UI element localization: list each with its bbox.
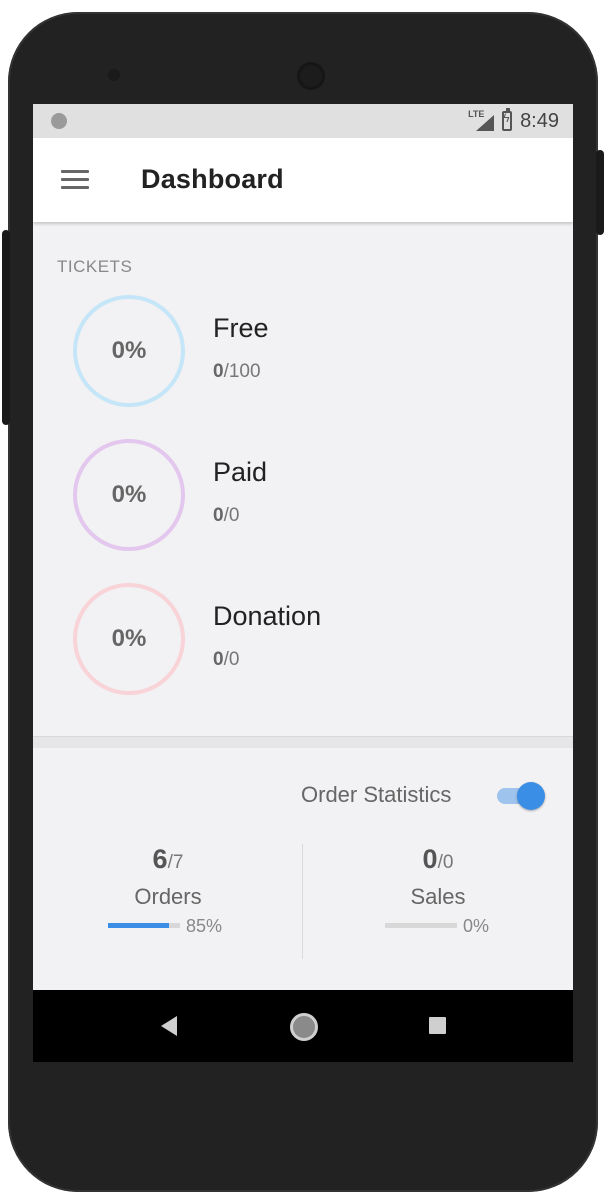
home-icon[interactable] bbox=[290, 1013, 318, 1041]
sales-label: Sales bbox=[410, 884, 466, 909]
signal-strength-icon bbox=[476, 115, 495, 131]
ticket-name: Paid bbox=[213, 457, 268, 487]
sensor-dot bbox=[108, 69, 120, 81]
status-time: 8:49 bbox=[520, 109, 559, 132]
sales-percent: 0% bbox=[463, 916, 490, 936]
ticket-free[interactable]: 0% Free 0/100 bbox=[33, 295, 573, 415]
orders-progress-bar bbox=[108, 923, 180, 928]
ticket-percent: 0% bbox=[111, 625, 147, 652]
ticket-sold: 0 bbox=[213, 505, 224, 526]
progress-ring: 0% bbox=[73, 295, 185, 407]
tickets-section-label: TICKETS bbox=[57, 257, 133, 276]
ticket-percent: 0% bbox=[111, 337, 147, 364]
progress-ring: 0% bbox=[73, 439, 185, 551]
orders-value: 6 bbox=[152, 844, 168, 874]
orders-label: Orders bbox=[134, 884, 202, 909]
hamburger-menu-icon[interactable] bbox=[61, 170, 89, 190]
front-camera bbox=[297, 62, 325, 90]
ticket-total: /100 bbox=[223, 361, 261, 382]
ticket-sold: 0 bbox=[213, 361, 224, 382]
app-bar: Dashboard bbox=[33, 138, 573, 222]
ticket-percent: 0% bbox=[111, 481, 147, 508]
sales-stat: 0/0 Sales 0% bbox=[303, 844, 573, 964]
side-button-left bbox=[2, 230, 10, 425]
order-statistics-label: Order Statistics bbox=[301, 782, 452, 807]
sales-total: /0 bbox=[437, 852, 454, 873]
orders-total: /7 bbox=[167, 852, 184, 873]
sales-fraction: 0/0 bbox=[303, 844, 573, 875]
toggle-knob bbox=[517, 782, 545, 810]
ticket-sold: 0 bbox=[213, 649, 224, 670]
screen: LTE 8:49 Dashboard TICKETS 0% Free 0/100… bbox=[33, 104, 573, 1062]
ticket-name: Free bbox=[213, 313, 269, 343]
power-button bbox=[596, 150, 604, 235]
orders-progress-fill bbox=[108, 923, 170, 928]
back-icon[interactable] bbox=[161, 1016, 177, 1036]
ticket-total: /0 bbox=[223, 505, 240, 526]
recents-icon[interactable] bbox=[429, 1017, 446, 1034]
lte-signal-icon: LTE bbox=[468, 109, 495, 131]
status-icons: LTE 8:49 bbox=[468, 104, 559, 138]
system-nav-bar bbox=[33, 990, 573, 1062]
ticket-name: Donation bbox=[213, 601, 322, 631]
order-statistics-toggle[interactable] bbox=[495, 781, 545, 811]
page-title: Dashboard bbox=[141, 164, 284, 194]
ticket-total: /0 bbox=[223, 649, 240, 670]
orders-stat: 6/7 Orders 85% bbox=[33, 844, 303, 964]
order-statistics-panel: Order Statistics 6/7 Orders 85% 0/0 Sale… bbox=[33, 748, 573, 990]
ticket-paid[interactable]: 0% Paid 0/0 bbox=[33, 439, 573, 559]
notification-dot-icon bbox=[51, 113, 67, 129]
sales-progress-bar bbox=[385, 923, 457, 928]
ticket-count: 0/100 bbox=[213, 361, 261, 383]
ticket-count: 0/0 bbox=[213, 649, 239, 671]
orders-fraction: 6/7 bbox=[33, 844, 303, 875]
orders-percent: 85% bbox=[186, 916, 223, 936]
ticket-count: 0/0 bbox=[213, 505, 239, 527]
progress-ring: 0% bbox=[73, 583, 185, 695]
ticket-donation[interactable]: 0% Donation 0/0 bbox=[33, 583, 573, 703]
sales-value: 0 bbox=[422, 844, 438, 874]
battery-charging-icon bbox=[502, 108, 513, 131]
status-bar: LTE 8:49 bbox=[33, 104, 573, 138]
